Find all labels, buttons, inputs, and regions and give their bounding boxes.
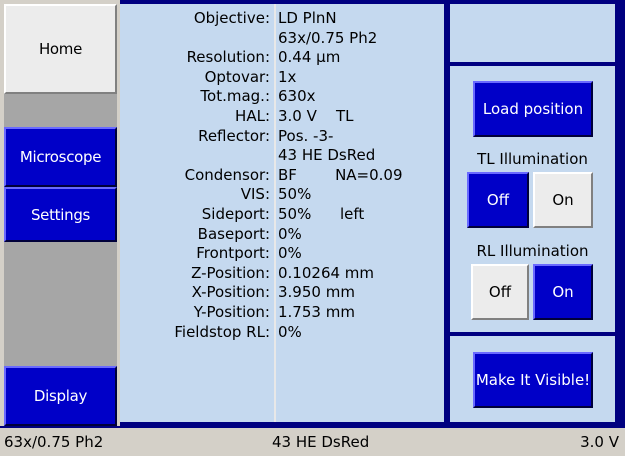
display-button[interactable]: Display xyxy=(4,366,117,426)
make-it-visible-button[interactable]: Make It Visible! xyxy=(473,352,593,408)
info-value: 1.753 mm xyxy=(278,303,355,321)
home-button[interactable]: Home xyxy=(4,4,117,94)
info-value: 63x/0.75 Ph2 xyxy=(278,29,378,47)
info-label: Objective: xyxy=(193,9,270,27)
info-label: Fieldstop RL: xyxy=(174,323,270,341)
info-column-divider xyxy=(274,4,276,422)
info-value: 50% xyxy=(278,185,312,203)
info-label: Optovar: xyxy=(204,68,270,86)
info-label: Sideport: xyxy=(201,205,270,223)
info-value: 1x xyxy=(278,68,297,86)
status-objective: 63x/0.75 Ph2 xyxy=(4,433,104,451)
info-value: 3.950 mm xyxy=(278,283,355,301)
info-value: 0.10264 mm xyxy=(278,264,375,282)
info-label: Z-Position: xyxy=(191,264,270,282)
tl-off-button[interactable]: Off xyxy=(467,172,529,228)
nav-panel: Home Microscope Settings Display xyxy=(0,0,120,426)
info-label: Frontport: xyxy=(196,244,270,262)
status-bar: 63x/0.75 Ph2 43 HE DsRed 3.0 V xyxy=(0,428,625,456)
status-voltage: 3.0 V xyxy=(580,433,619,451)
info-label: X-Position: xyxy=(191,283,270,301)
info-value: BF NA=0.09 xyxy=(278,166,403,184)
load-position-button[interactable]: Load position xyxy=(473,81,593,137)
info-label: Baseport: xyxy=(197,225,270,243)
info-value: 3.0 V TL xyxy=(278,107,354,125)
microscope-button[interactable]: Microscope xyxy=(4,127,117,187)
tl-illumination-heading: TL Illumination xyxy=(477,150,588,168)
status-reflector: 43 HE DsRed xyxy=(272,433,370,451)
info-label: HAL: xyxy=(235,107,270,125)
info-value: 0% xyxy=(278,225,302,243)
info-label: Condensor: xyxy=(184,166,270,184)
info-label: Tot.mag.: xyxy=(200,87,270,105)
info-label: VIS: xyxy=(240,185,270,203)
info-value: LD PlnN xyxy=(278,9,337,27)
info-value: 0% xyxy=(278,244,302,262)
info-value: 50% left xyxy=(278,205,365,223)
info-value: Pos. -3- xyxy=(278,127,334,145)
empty-panel xyxy=(450,4,615,62)
info-value: 0.44 µm xyxy=(278,48,341,66)
settings-button[interactable]: Settings xyxy=(4,187,117,242)
nav-spacer xyxy=(4,242,117,366)
info-value: 0% xyxy=(278,323,302,341)
tl-on-button[interactable]: On xyxy=(533,172,593,228)
rl-off-button[interactable]: Off xyxy=(471,264,529,320)
info-label: Resolution: xyxy=(186,48,270,66)
rl-on-button[interactable]: On xyxy=(533,264,593,320)
info-label: Y-Position: xyxy=(193,303,270,321)
rl-illumination-heading: RL Illumination xyxy=(476,242,589,260)
nav-spacer xyxy=(4,94,117,127)
info-value: 630x xyxy=(278,87,316,105)
info-label: Reflector: xyxy=(198,127,270,145)
info-value: 43 HE DsRed xyxy=(278,146,376,164)
